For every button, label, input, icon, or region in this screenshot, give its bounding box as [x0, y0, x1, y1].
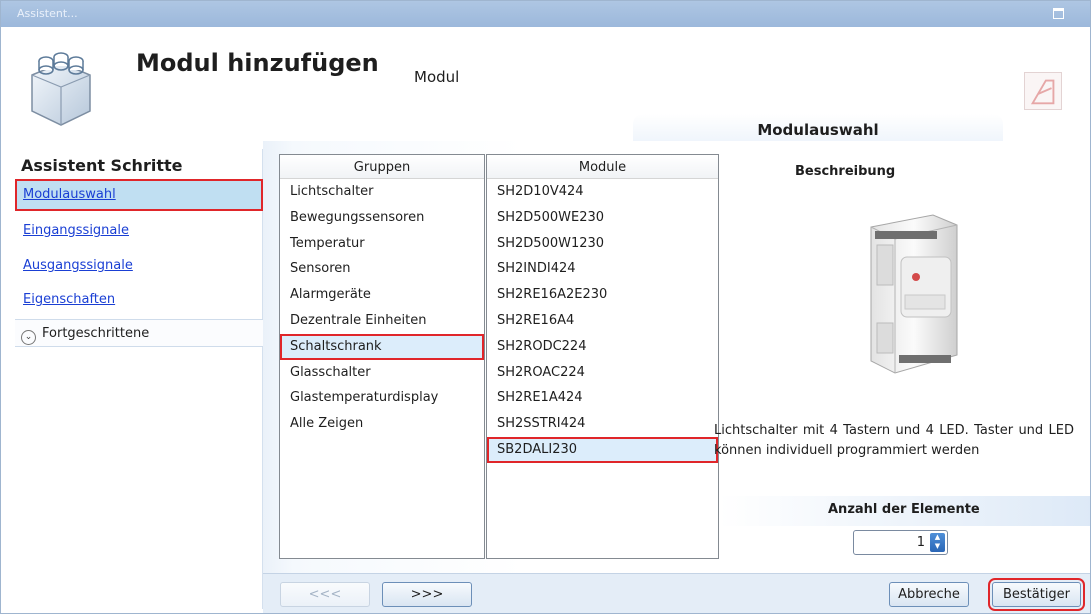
quantity-value[interactable]: 1 — [917, 535, 925, 550]
group-item[interactable]: Bewegungssensoren — [280, 205, 484, 231]
group-item[interactable]: Lichtschalter — [280, 179, 484, 205]
step-modulauswahl[interactable]: Modulauswahl — [15, 179, 263, 211]
cancel-button[interactable]: Abbreche — [889, 582, 969, 607]
group-item[interactable]: Sensoren — [280, 256, 484, 282]
wizard-footer: <<< >>> Abbreche Bestätiger — [263, 573, 1090, 613]
groups-header: Gruppen — [280, 155, 484, 179]
module-item[interactable]: SH2D10V424 — [487, 179, 718, 205]
module-item[interactable]: SH2INDI424 — [487, 256, 718, 282]
page-subtitle: Modul — [414, 68, 460, 86]
group-item[interactable]: Glasschalter — [280, 360, 484, 386]
step-eigenschaften[interactable]: Eigenschaften — [15, 284, 263, 316]
group-item[interactable]: Temperatur — [280, 231, 484, 257]
advanced-label: Fortgeschrittene — [42, 326, 150, 341]
steps-heading: Assistent Schritte — [21, 156, 183, 175]
module-blocks-icon — [31, 52, 91, 126]
group-item[interactable]: Dezentrale Einheiten — [280, 308, 484, 334]
brand-logo — [1024, 72, 1062, 110]
group-item[interactable]: Glastemperaturdisplay — [280, 385, 484, 411]
wizard-window: Assistent... Modul hinzufügen Modul Modu… — [0, 0, 1091, 614]
module-item[interactable]: SH2RE16A2E230 — [487, 282, 718, 308]
din-rail-module-image — [870, 214, 958, 374]
section-title: Modulauswahl — [633, 114, 1003, 144]
module-selection-panel: Gruppen Lichtschalter Bewegungssensoren … — [263, 141, 1090, 613]
description-heading: Beschreibung — [795, 164, 896, 179]
maximize-icon[interactable] — [1053, 8, 1064, 19]
module-item-selected[interactable]: SB2DALI230 — [487, 436, 718, 463]
previous-button[interactable]: <<< — [280, 582, 370, 607]
advanced-expander[interactable]: ⌄ Fortgeschrittene — [15, 319, 263, 347]
wizard-steps-sidebar: Assistent Schritte Modulauswahl Eingangs… — [15, 149, 263, 609]
window-title: Assistent... — [17, 7, 78, 20]
page-title: Modul hinzufügen — [136, 49, 379, 77]
count-label: Anzahl der Elemente — [828, 502, 980, 517]
spin-arrows-icon[interactable]: ▲ ▼ — [930, 533, 945, 552]
modules-header: Module — [487, 155, 718, 179]
groups-list[interactable]: Gruppen Lichtschalter Bewegungssensoren … — [279, 154, 485, 559]
module-item[interactable]: SH2RE16A4 — [487, 308, 718, 334]
module-item[interactable]: SH2RE1A424 — [487, 385, 718, 411]
next-button[interactable]: >>> — [382, 582, 472, 607]
group-item[interactable]: Alle Zeigen — [280, 411, 484, 437]
module-item[interactable]: SH2SSTRI424 — [487, 411, 718, 437]
group-item[interactable]: Alarmgeräte — [280, 282, 484, 308]
module-item[interactable]: SH2D500W1230 — [487, 231, 718, 257]
description-text: Lichtschalter mit 4 Tastern und 4 LED. T… — [714, 423, 1074, 458]
module-item[interactable]: SH2RODC224 — [487, 334, 718, 360]
module-item[interactable]: SH2D500WE230 — [487, 205, 718, 231]
module-item[interactable]: SH2ROAC224 — [487, 360, 718, 386]
step-eingangssignale[interactable]: Eingangssignale — [15, 215, 263, 247]
quantity-stepper[interactable]: 1 ▲ ▼ — [853, 530, 948, 555]
chevron-down-icon[interactable]: ⌄ — [21, 330, 36, 345]
group-item-selected[interactable]: Schaltschrank — [280, 333, 484, 360]
step-ausgangssignale[interactable]: Ausgangssignale — [15, 250, 263, 282]
title-bar: Assistent... — [1, 1, 1090, 27]
confirm-button[interactable]: Bestätiger — [988, 578, 1085, 611]
modules-list[interactable]: Module SH2D10V424 SH2D500WE230 SH2D500W1… — [486, 154, 719, 559]
